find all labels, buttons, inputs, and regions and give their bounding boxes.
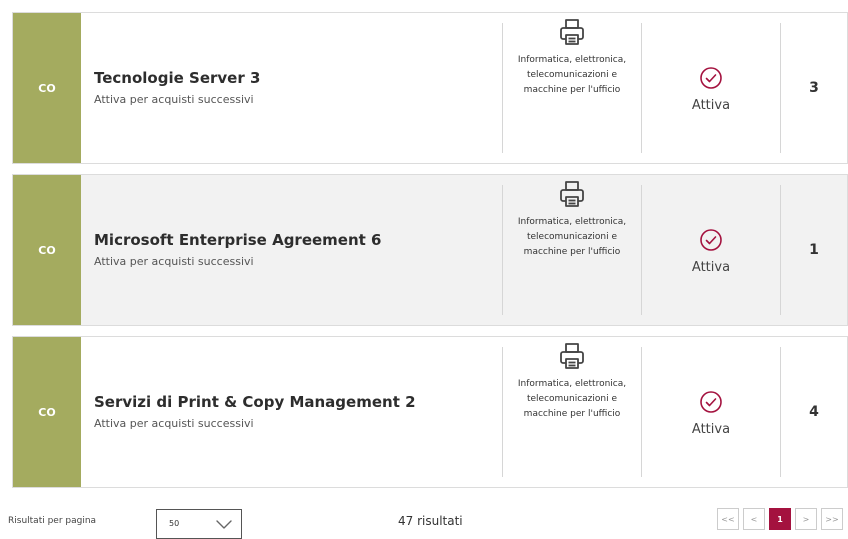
results-footer: Risultati per pagina 50 47 risultati << … — [0, 500, 848, 539]
first-page-button[interactable]: << — [717, 508, 739, 530]
item-title[interactable]: Servizi di Print & Copy Management 2 — [94, 393, 502, 411]
results-list: CO Tecnologie Server 3 Attiva per acquis… — [12, 12, 848, 498]
count-value: 3 — [809, 80, 819, 96]
pagination: << < 1 > >> — [717, 508, 847, 530]
status-label: Attiva — [691, 97, 731, 113]
list-item[interactable]: CO Servizi di Print & Copy Management 2 … — [12, 336, 848, 488]
category-label: Informatica, elettronica, telecomunicazi… — [517, 217, 627, 257]
last-page-button[interactable]: >> — [821, 508, 843, 530]
chevron-down-icon — [215, 516, 233, 536]
page-1-button[interactable]: 1 — [769, 508, 791, 530]
check-circle-icon — [699, 228, 723, 256]
type-badge: CO — [13, 337, 81, 487]
prev-page-button[interactable]: < — [743, 508, 765, 530]
count-value: 1 — [809, 242, 819, 258]
item-title[interactable]: Tecnologie Server 3 — [94, 69, 502, 87]
item-title[interactable]: Microsoft Enterprise Agreement 6 — [94, 231, 502, 249]
category-cell: Informatica, elettronica, telecomunicazi… — [503, 175, 641, 325]
list-item[interactable]: CO Microsoft Enterprise Agreement 6 Atti… — [12, 174, 848, 326]
status-cell: Attiva — [642, 13, 780, 163]
status-label: Attiva — [691, 421, 731, 437]
printer-icon — [557, 179, 587, 209]
results-count: 47 risultati — [398, 514, 463, 528]
category-cell: Informatica, elettronica, telecomunicazi… — [503, 13, 641, 163]
item-subtitle: Attiva per acquisti successivi — [94, 417, 254, 430]
category-label: Informatica, elettronica, telecomunicazi… — [517, 379, 627, 419]
status-cell: Attiva — [642, 175, 780, 325]
category-label: Informatica, elettronica, telecomunicazi… — [517, 55, 627, 95]
check-circle-icon — [699, 66, 723, 94]
printer-icon — [557, 17, 587, 47]
check-circle-icon — [699, 390, 723, 418]
item-info: Servizi di Print & Copy Management 2 Att… — [81, 337, 502, 487]
per-page-select[interactable]: 50 — [156, 509, 242, 539]
category-cell: Informatica, elettronica, telecomunicazi… — [503, 337, 641, 487]
printer-icon — [557, 341, 587, 371]
count-value: 4 — [809, 404, 819, 420]
list-item[interactable]: CO Tecnologie Server 3 Attiva per acquis… — [12, 12, 848, 164]
per-page-label: Risultati per pagina — [8, 516, 97, 526]
type-badge: CO — [13, 175, 81, 325]
item-info: Microsoft Enterprise Agreement 6 Attiva … — [81, 175, 502, 325]
item-subtitle: Attiva per acquisti successivi — [94, 93, 254, 106]
status-label: Attiva — [691, 259, 731, 275]
item-info: Tecnologie Server 3 Attiva per acquisti … — [81, 13, 502, 163]
type-badge: CO — [13, 13, 81, 163]
next-page-button[interactable]: > — [795, 508, 817, 530]
item-subtitle: Attiva per acquisti successivi — [94, 255, 254, 268]
status-cell: Attiva — [642, 337, 780, 487]
per-page-value: 50 — [169, 519, 180, 528]
